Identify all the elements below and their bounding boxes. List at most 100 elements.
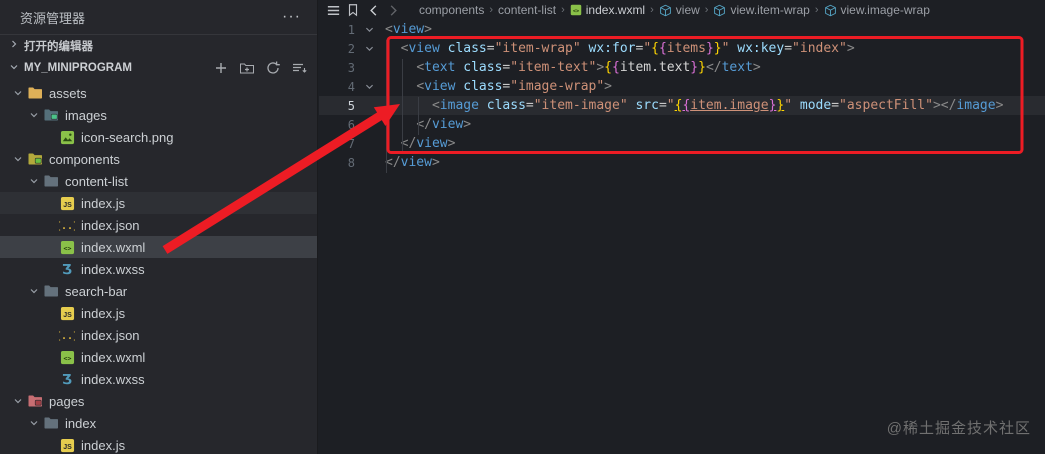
code-token: > bbox=[463, 117, 472, 132]
fold-chevron-icon[interactable] bbox=[359, 81, 379, 92]
fold-chevron-icon[interactable] bbox=[359, 43, 379, 54]
breadcrumb-label: content-list bbox=[498, 3, 557, 17]
code-token: < bbox=[416, 79, 425, 94]
tree-item-label: index.js bbox=[81, 195, 126, 211]
tree-item-index-wxss[interactable]: Ʒindex.wxss bbox=[0, 368, 317, 390]
chevron-down-icon[interactable] bbox=[10, 85, 26, 101]
code-line-6[interactable]: 6 </view> bbox=[319, 115, 1045, 134]
indent-guide bbox=[386, 40, 387, 173]
new-folder-icon[interactable] bbox=[239, 60, 255, 76]
chevron-down-icon[interactable] bbox=[26, 415, 42, 431]
tree-item-content-list[interactable]: content-list bbox=[0, 170, 317, 192]
code-area[interactable]: 1 <view> 2 <view class="item-wrap" wx:for=… bbox=[319, 20, 1045, 454]
outline-menu-icon[interactable] bbox=[325, 2, 341, 18]
tree-item-index-json[interactable]: {..} index.json bbox=[0, 214, 317, 236]
tree-item-index-wxml[interactable]: <> index.wxml bbox=[0, 236, 317, 258]
code-token: view bbox=[431, 117, 464, 132]
svg-text:<>: <> bbox=[573, 8, 579, 14]
collapse-all-icon[interactable] bbox=[291, 60, 307, 76]
chevron-down-icon[interactable] bbox=[26, 107, 42, 123]
code-line-1[interactable]: 1 <view> bbox=[319, 20, 1045, 39]
tree-item-label: index bbox=[65, 415, 97, 431]
chevron-down-icon[interactable] bbox=[26, 173, 42, 189]
refresh-icon[interactable] bbox=[265, 60, 281, 76]
chevron-down-icon[interactable] bbox=[10, 151, 26, 167]
sidebar-header: 资源管理器 ··· bbox=[0, 0, 317, 34]
open-editors-section[interactable]: 打开的编辑器 bbox=[0, 34, 317, 56]
tree-item-index-wxml[interactable]: <> index.wxml bbox=[0, 346, 317, 368]
tree-item-search-bar[interactable]: search-bar bbox=[0, 280, 317, 302]
tree-item-index-js[interactable]: JS index.js bbox=[0, 192, 317, 214]
line-number[interactable]: 7 bbox=[319, 137, 359, 151]
tree-item-index-js[interactable]: JS index.js bbox=[0, 434, 317, 454]
svg-text:Ʒ: Ʒ bbox=[62, 373, 72, 387]
navigate-forward-icon[interactable] bbox=[385, 2, 401, 18]
code-line-3[interactable]: 3 <text class="item-text">{{item.text}}<… bbox=[319, 58, 1045, 77]
line-number[interactable]: 6 bbox=[319, 118, 359, 132]
breadcrumb-separator: › bbox=[650, 4, 654, 16]
navigate-back-icon[interactable] bbox=[365, 2, 381, 18]
open-editors-label: 打开的编辑器 bbox=[24, 40, 93, 53]
breadcrumb-item-content-list[interactable]: content-list bbox=[498, 3, 556, 17]
js-file-icon: JS bbox=[58, 437, 76, 453]
code-line-7[interactable]: 7 </view> bbox=[319, 134, 1045, 153]
code-text: <image class="item-image" src="{{item.im… bbox=[379, 98, 1003, 113]
tree-item-index-wxss[interactable]: Ʒindex.wxss bbox=[0, 258, 317, 280]
wxss-file-icon: Ʒ bbox=[58, 371, 76, 387]
png-file-icon bbox=[58, 129, 76, 145]
line-number[interactable]: 8 bbox=[319, 156, 359, 170]
editor-pane: components › content-list › <> index.wxml › vie… bbox=[319, 0, 1045, 454]
project-section-header[interactable]: MY_MINIPROGRAM bbox=[0, 56, 317, 80]
tree-item-label: index.json bbox=[81, 217, 140, 233]
line-number[interactable]: 1 bbox=[319, 23, 359, 37]
breadcrumb-item-components[interactable]: components bbox=[419, 3, 484, 17]
code-token: { bbox=[658, 41, 667, 56]
code-line-5[interactable]: 5 <image class="item-image" src="{{item.… bbox=[319, 96, 1045, 115]
tree-item-icon-search-png[interactable]: icon-search.png bbox=[0, 126, 317, 148]
code-line-4[interactable]: 4 <view class="image-wrap"> bbox=[319, 77, 1045, 96]
code-token: text bbox=[721, 60, 753, 75]
indent-guide bbox=[402, 59, 403, 154]
line-number[interactable]: 2 bbox=[319, 42, 359, 56]
line-number[interactable]: 5 bbox=[319, 99, 359, 113]
watermark: @稀土掘金技术社区 bbox=[886, 420, 1031, 437]
tree-item-index-js[interactable]: JS index.js bbox=[0, 302, 317, 324]
tree-item-assets[interactable]: assets bbox=[0, 82, 317, 104]
code-line-8[interactable]: 8 </view> bbox=[319, 153, 1045, 172]
chevron-down-icon[interactable] bbox=[10, 393, 26, 409]
bookmark-icon[interactable] bbox=[345, 2, 361, 18]
code-token: { bbox=[604, 60, 612, 75]
tree-item-label: index.wxss bbox=[81, 261, 145, 277]
line-number[interactable]: 4 bbox=[319, 80, 359, 94]
code-token: > bbox=[932, 98, 941, 113]
svg-text:{..}: {..} bbox=[59, 331, 75, 342]
fold-chevron-icon[interactable] bbox=[359, 24, 379, 35]
tree-item-label: index.js bbox=[81, 305, 126, 321]
code-token: > bbox=[846, 41, 855, 56]
svg-text:<>: <> bbox=[63, 244, 71, 252]
new-file-icon[interactable] bbox=[213, 60, 229, 76]
tree-item-pages[interactable]: pages bbox=[0, 390, 317, 412]
tree-item-index-json[interactable]: {..} index.json bbox=[0, 324, 317, 346]
chevron-right-icon bbox=[8, 38, 20, 53]
tree-item-index[interactable]: index bbox=[0, 412, 317, 434]
breadcrumb-label: view.item-wrap bbox=[730, 3, 810, 17]
breadcrumb-item-view[interactable]: view bbox=[659, 3, 700, 17]
breadcrumb-item-index-wxml[interactable]: <> index.wxml bbox=[570, 3, 645, 17]
code-line-2[interactable]: 2 <view class="item-wrap" wx:for="{{item… bbox=[319, 39, 1045, 58]
chevron-down-icon[interactable] bbox=[26, 283, 42, 299]
line-number[interactable]: 3 bbox=[319, 61, 359, 75]
tree-item-images[interactable]: images bbox=[0, 104, 317, 126]
breadcrumb-item-view-item-wrap[interactable]: view.item-wrap bbox=[713, 3, 810, 17]
more-actions-icon[interactable]: ··· bbox=[278, 8, 305, 26]
breadcrumb-item-view-image-wrap[interactable]: view.image-wrap bbox=[824, 3, 930, 17]
code-token: </ bbox=[705, 60, 722, 75]
tree-item-label: icon-search.png bbox=[81, 129, 174, 145]
tree-item-components[interactable]: components bbox=[0, 148, 317, 170]
